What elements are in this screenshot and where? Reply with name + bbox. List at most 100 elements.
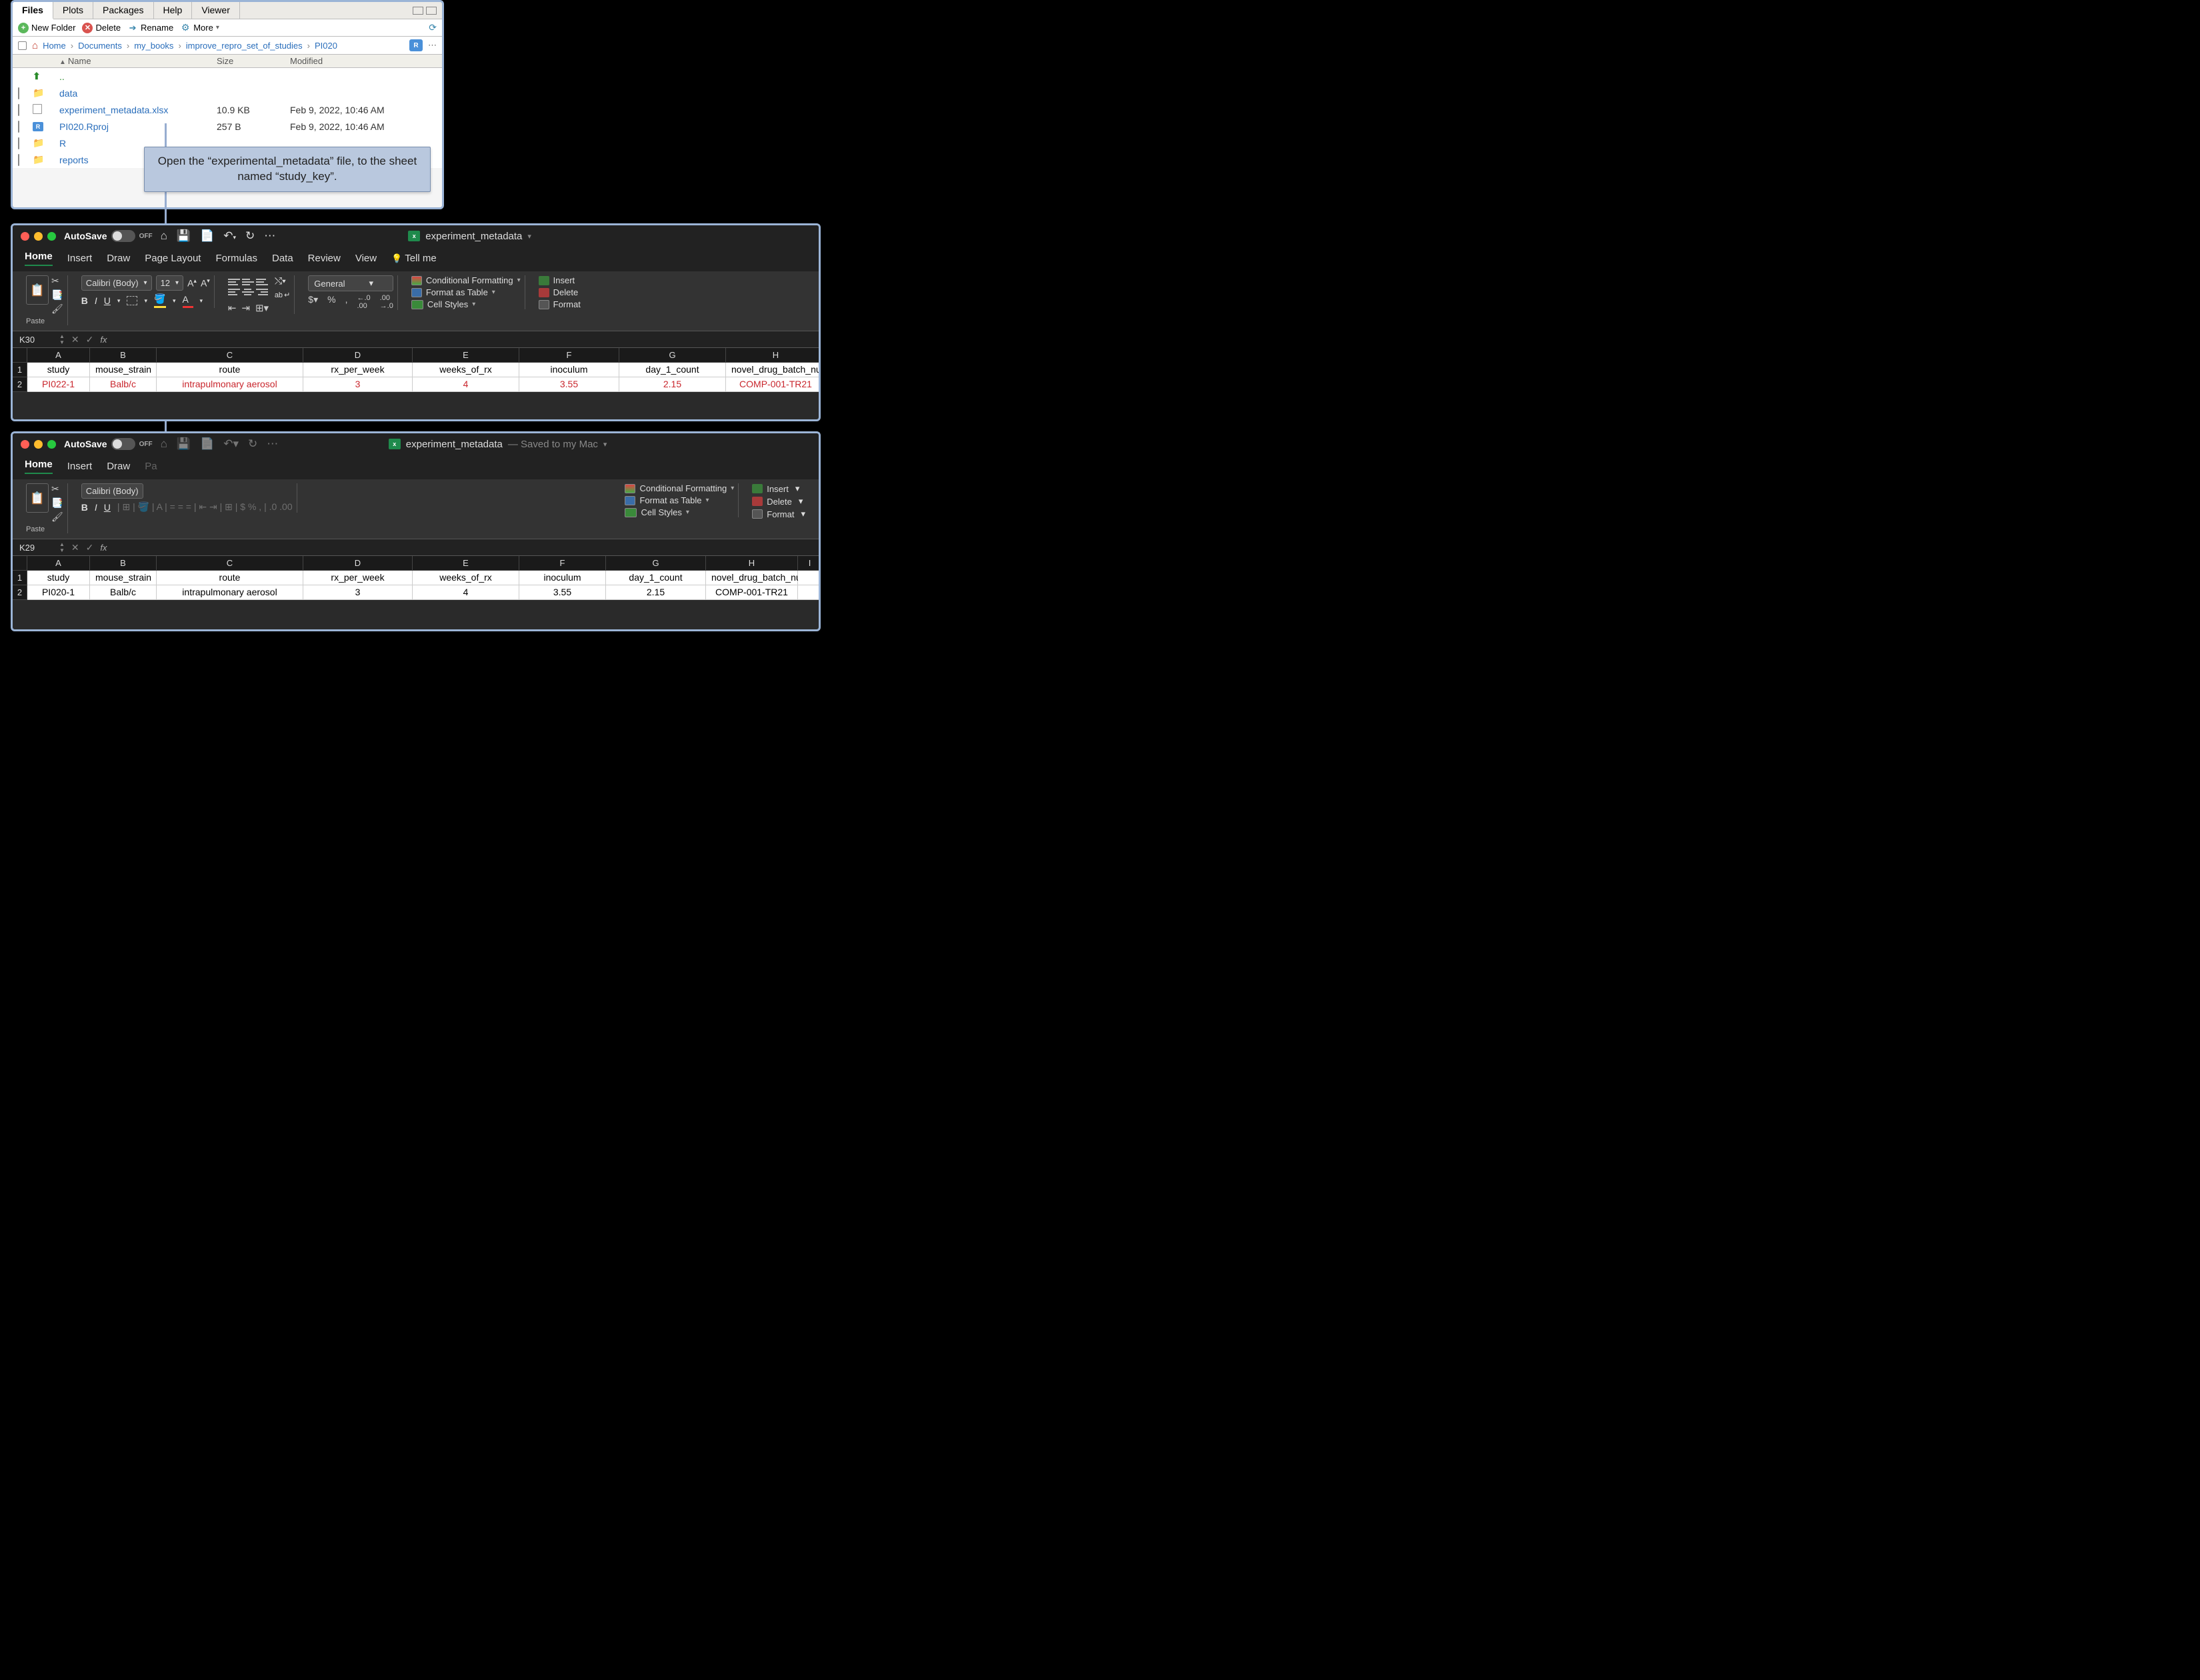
comma-icon[interactable]: ,	[345, 294, 348, 310]
file-row[interactable]: RPI020.Rproj257 BFeb 9, 2022, 10:46 AM	[13, 119, 442, 135]
bold-button[interactable]: B	[81, 295, 88, 306]
orientation-icon[interactable]: ⤭▾	[275, 275, 290, 287]
name-box[interactable]: K30	[19, 335, 53, 345]
tab-home[interactable]: Home	[25, 459, 53, 474]
column-header[interactable]: I	[798, 556, 821, 571]
format-cells-button[interactable]: Format▾	[752, 509, 805, 519]
format-as-table-button[interactable]: Format as Table▾	[411, 287, 521, 297]
insert-cells-button[interactable]: Insert▾	[752, 483, 805, 494]
delete-button[interactable]: ✕ Delete	[82, 23, 121, 33]
more-icon[interactable]: ⋯	[264, 229, 275, 243]
file-name[interactable]: ..	[59, 71, 65, 82]
save-icon[interactable]: 💾	[177, 229, 191, 243]
file-row[interactable]: ⬆..	[13, 68, 442, 85]
tab-tell-me[interactable]: 💡 Tell me	[391, 253, 437, 264]
merge-icon[interactable]: ⊞▾	[255, 302, 269, 314]
increase-decimal-icon[interactable]: ←.0.00	[357, 294, 370, 310]
cell[interactable]	[798, 585, 821, 600]
cell[interactable]: study	[27, 363, 90, 377]
chevron-down-icon[interactable]: ▾	[527, 232, 531, 241]
tab-draw[interactable]: Draw	[107, 253, 130, 264]
switch-icon[interactable]	[111, 230, 135, 242]
name-box-stepper[interactable]: ▲▼	[59, 333, 65, 345]
column-header[interactable]: G	[619, 348, 726, 363]
column-header[interactable]: B	[90, 556, 157, 571]
cell[interactable]: route	[157, 363, 303, 377]
home-icon[interactable]: ⌂	[32, 40, 38, 51]
cancel-icon[interactable]: ✕	[71, 334, 79, 345]
column-header[interactable]: A	[27, 348, 90, 363]
name-box[interactable]: K29	[19, 543, 53, 553]
rename-button[interactable]: ➔ Rename	[127, 23, 173, 33]
cell[interactable]: COMP-001-TR21	[726, 377, 821, 392]
zoom-icon[interactable]	[47, 232, 56, 241]
format-as-table-button[interactable]: Format as Table▾	[625, 495, 734, 505]
tab-viewer[interactable]: Viewer	[192, 2, 240, 19]
breadcrumb-mybooks[interactable]: my_books	[132, 41, 175, 51]
home-icon[interactable]: ⌂	[161, 437, 167, 451]
cell[interactable]: rx_per_week	[303, 571, 413, 585]
tab-formulas[interactable]: Formulas	[215, 253, 257, 264]
cell[interactable]	[798, 571, 821, 585]
col-name[interactable]: Name	[68, 56, 91, 66]
bold-button[interactable]: B	[81, 502, 88, 513]
file-name[interactable]: R	[59, 138, 66, 149]
paste-button[interactable]: 📋	[26, 275, 49, 305]
cell-styles-button[interactable]: Cell Styles▾	[625, 507, 734, 517]
tab-files[interactable]: Files	[13, 2, 53, 19]
cell[interactable]: Balb/c	[90, 377, 157, 392]
cell[interactable]: inoculum	[519, 363, 619, 377]
cell[interactable]: study	[27, 571, 90, 585]
row-header[interactable]: 1	[13, 571, 27, 585]
column-header[interactable]: E	[413, 556, 519, 571]
home-icon[interactable]: ⌂	[161, 229, 167, 243]
row-header[interactable]: 1	[13, 363, 27, 377]
column-header[interactable]: C	[157, 556, 303, 571]
breadcrumb-pi020[interactable]: PI020	[313, 41, 339, 51]
zoom-icon[interactable]	[47, 440, 56, 449]
cell[interactable]: COMP-001-TR21	[706, 585, 798, 600]
checkbox[interactable]	[18, 87, 19, 99]
cell[interactable]: 2.15	[619, 377, 726, 392]
column-header[interactable]: H	[726, 348, 821, 363]
close-icon[interactable]	[21, 232, 29, 241]
format-cells-button[interactable]: Format	[539, 299, 581, 309]
switch-icon[interactable]	[111, 438, 135, 450]
font-name-select[interactable]: Calibri (Body)▾	[81, 275, 152, 291]
tab-view[interactable]: View	[355, 253, 377, 264]
fill-color-icon[interactable]: 🪣	[154, 293, 166, 308]
document-title[interactable]: x experiment_metadata — Saved to my Mac …	[389, 439, 607, 450]
file-row[interactable]: 📁data	[13, 85, 442, 101]
cell[interactable]: intrapulmonary aerosol	[157, 377, 303, 392]
save-icon[interactable]: 💾	[177, 437, 191, 451]
maximize-icon[interactable]	[426, 7, 437, 15]
column-header[interactable]: E	[413, 348, 519, 363]
conditional-formatting-button[interactable]: Conditional Formatting▾	[411, 275, 521, 285]
autosave-toggle[interactable]: AutoSave OFF	[64, 438, 153, 450]
cell[interactable]: novel_drug_batch_number	[706, 571, 798, 585]
decrease-indent-icon[interactable]: ⇤	[228, 302, 237, 314]
cell[interactable]: 2.15	[606, 585, 706, 600]
breadcrumb-improve[interactable]: improve_repro_set_of_studies	[184, 41, 305, 51]
row-header[interactable]: 2	[13, 377, 27, 392]
decrease-font-icon[interactable]: A▾	[201, 277, 210, 289]
enter-icon[interactable]: ✓	[86, 542, 94, 553]
column-header[interactable]: H	[706, 556, 798, 571]
align-center-icon[interactable]	[242, 289, 254, 297]
minimize-icon[interactable]	[413, 7, 423, 15]
cell[interactable]: route	[157, 571, 303, 585]
increase-indent-icon[interactable]: ⇥	[241, 302, 250, 314]
minimize-icon[interactable]	[34, 440, 43, 449]
wrap-text-icon[interactable]: ab↵	[275, 291, 290, 299]
tab-packages[interactable]: Packages	[93, 2, 153, 19]
autosave-toggle[interactable]: AutoSave OFF	[64, 230, 153, 242]
conditional-formatting-button[interactable]: Conditional Formatting▾	[625, 483, 734, 493]
font-name-select[interactable]: Calibri (Body)	[81, 483, 143, 499]
cancel-icon[interactable]: ✕	[71, 542, 79, 553]
delete-cells-button[interactable]: Delete	[539, 287, 581, 297]
checkbox[interactable]	[18, 154, 19, 166]
cell[interactable]: intrapulmonary aerosol	[157, 585, 303, 600]
copy-icon[interactable]: 📑	[51, 497, 63, 509]
increase-font-icon[interactable]: A▴	[187, 277, 197, 289]
column-header[interactable]: B	[90, 348, 157, 363]
